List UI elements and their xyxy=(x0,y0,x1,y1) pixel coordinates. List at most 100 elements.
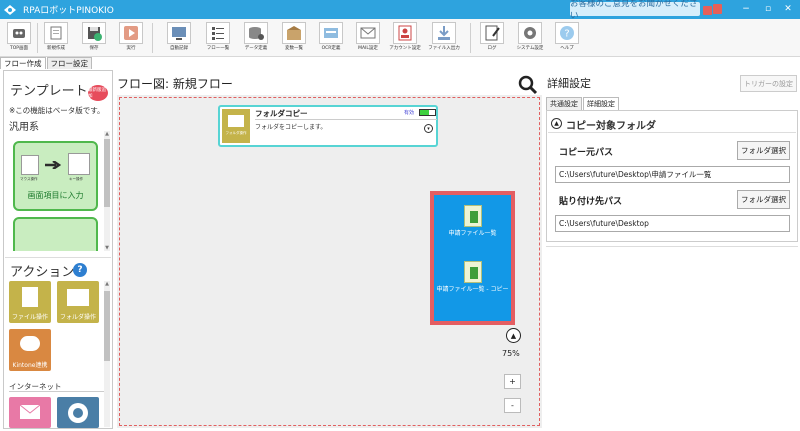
template-scrollbar[interactable]: ▲ ▼ xyxy=(104,131,110,251)
action-kintone[interactable]: Kintone連携 xyxy=(9,329,51,371)
flow-list-icon xyxy=(206,22,230,44)
scroll-thumb[interactable] xyxy=(104,139,110,207)
play-icon xyxy=(119,22,143,44)
folder-icon xyxy=(67,289,89,306)
excel-folder-icon xyxy=(463,261,482,283)
help-icon: ? xyxy=(555,22,579,44)
scroll-thumb[interactable] xyxy=(104,291,110,361)
detail-empty-area xyxy=(546,246,798,428)
chevron-up-icon[interactable]: ▲ xyxy=(551,118,562,129)
help-button[interactable]: ? ヘルプ xyxy=(553,20,581,56)
svg-text:?: ? xyxy=(564,29,569,40)
data-definition-icon xyxy=(244,22,268,44)
zoom-out-button[interactable]: - xyxy=(504,398,521,413)
new-badge: 最新版追加 xyxy=(88,85,108,101)
chevron-down-icon[interactable]: ▾ xyxy=(424,124,433,133)
file-io-button[interactable]: ファイル入出力 xyxy=(427,20,461,56)
section-title: コピー対象フォルダ xyxy=(566,121,656,132)
feedback-button[interactable]: お客様のご意見をお聞かせください xyxy=(570,0,700,21)
flow-node-folder-copy[interactable]: フォルダ操作 フォルダコピー 有効 フォルダをコピーします。 ▾ xyxy=(218,105,438,147)
template-note: ※この機能はベータ版です。 xyxy=(9,106,105,115)
trigger-settings-button[interactable]: トリガーの設定 xyxy=(740,75,797,92)
keyboard-icon xyxy=(68,153,90,175)
template-card-second[interactable] xyxy=(13,217,98,251)
new-flow-button[interactable]: 新規作成 xyxy=(42,20,70,56)
template-list: マウス操作 キー操作 画面項目に入力 xyxy=(5,131,111,251)
record-icon xyxy=(167,22,191,44)
run-button[interactable]: 実行 xyxy=(117,20,145,56)
globe-icon xyxy=(68,403,88,423)
node-enable-toggle[interactable] xyxy=(419,109,436,116)
flow-list-button[interactable]: フロー一覧 xyxy=(204,20,232,56)
source-path-label: コピー元パス xyxy=(559,148,614,158)
file-icon xyxy=(22,287,38,307)
detail-box: ▲ コピー対象フォルダ コピー元パス フォルダ選択 C:\Users\futur… xyxy=(546,110,798,242)
window-title: RPAロボットPINOKIO xyxy=(23,6,114,16)
mouse-icon xyxy=(21,155,39,175)
flow-canvas[interactable]: フォルダ操作 フォルダコピー 有効 フォルダをコピーします。 ▾ 申請ファイル一… xyxy=(117,95,542,428)
selected-files[interactable]: 申請ファイル一覧 申請ファイル一覧 - コピー xyxy=(430,191,515,325)
cloud-icon xyxy=(20,336,40,351)
log-button[interactable]: ログ xyxy=(478,20,506,56)
scroll-down-arrow-icon[interactable]: ▼ xyxy=(103,245,111,251)
tab-common-settings[interactable]: 共通設定 xyxy=(546,97,582,110)
action-scrollbar[interactable]: ▲ xyxy=(104,281,110,427)
data-definition-button[interactable]: データ定義 xyxy=(242,20,270,56)
action-folder[interactable]: フォルダ操作 xyxy=(57,281,99,323)
template-card-input[interactable]: マウス操作 キー操作 画面項目に入力 xyxy=(13,141,98,211)
ocr-definition-button[interactable]: OCR定義 xyxy=(317,20,345,56)
scroll-up-arrow-icon[interactable]: ▲ xyxy=(103,281,111,287)
auto-record-button[interactable]: 自動記録 xyxy=(165,20,193,56)
file-item[interactable]: 申請ファイル一覧 - コピー xyxy=(434,261,511,294)
source-folder-select-button[interactable]: フォルダ選択 xyxy=(737,141,790,160)
close-button[interactable]: ✕ xyxy=(780,1,796,17)
variable-list-button[interactable]: 変数一覧 xyxy=(280,20,308,56)
account-icon xyxy=(393,22,417,44)
action-header: アクション ? xyxy=(5,257,111,280)
variable-list-icon xyxy=(282,22,306,44)
source-path-input[interactable]: C:\Users\future\Desktop\申請ファイル一覧 xyxy=(555,166,790,183)
log-icon xyxy=(480,22,504,44)
mail-settings-button[interactable]: MAIL設定 xyxy=(354,20,382,56)
minimize-button[interactable]: − xyxy=(738,1,754,17)
left-panel: テンプレート 最新版追加 ※この機能はベータ版です。 汎用系 マウス操作 キー操… xyxy=(3,70,113,429)
tab-flow-settings[interactable]: フロー設定 xyxy=(46,57,92,69)
chevron-up-icon[interactable]: ▲ xyxy=(506,328,521,343)
toolbar-separator xyxy=(152,23,153,53)
node-status: 有効 xyxy=(404,110,415,116)
top-screen-button[interactable]: TOP画面 xyxy=(4,20,34,56)
toolbar-separator xyxy=(37,23,38,53)
dest-folder-select-button[interactable]: フォルダ選択 xyxy=(737,190,790,209)
action-title: アクション xyxy=(10,265,75,280)
folder-icon: フォルダ操作 xyxy=(222,109,250,143)
section-header[interactable]: ▲ コピー対象フォルダ xyxy=(548,115,796,133)
tab-detail-settings[interactable]: 詳細設定 xyxy=(583,97,619,110)
save-button[interactable]: 保存 xyxy=(80,20,108,56)
gear-icon xyxy=(518,22,542,44)
mail-settings-icon xyxy=(356,22,380,44)
action-help-icon[interactable]: ? xyxy=(73,263,87,277)
zoom-level: 75% xyxy=(502,349,520,358)
restore-button[interactable]: ▫ xyxy=(760,1,776,17)
main-tabs: フロー作成 フロー設定 xyxy=(0,57,92,69)
ocr-icon xyxy=(319,22,343,44)
search-icon[interactable] xyxy=(518,75,538,95)
mail-icon xyxy=(19,404,41,419)
template-card-label: 画面項目に入力 xyxy=(27,191,84,200)
action-file[interactable]: ファイル操作 xyxy=(9,281,51,323)
file-item[interactable]: 申請ファイル一覧 xyxy=(434,205,511,238)
action-web[interactable] xyxy=(57,397,99,428)
divider xyxy=(9,391,104,392)
excel-folder-icon xyxy=(463,205,482,227)
dest-path-input[interactable]: C:\Users\future\Desktop xyxy=(555,215,790,232)
account-settings-button[interactable]: アカウント設定 xyxy=(389,20,421,56)
system-settings-button[interactable]: システム設定 xyxy=(515,20,545,56)
zoom-in-button[interactable]: + xyxy=(504,374,521,389)
save-icon xyxy=(82,22,106,44)
app-logo-icon xyxy=(3,3,17,17)
scroll-up-arrow-icon[interactable]: ▲ xyxy=(103,131,111,137)
action-mail[interactable] xyxy=(9,397,51,428)
flow-title: フロー図: 新規フロー xyxy=(117,77,233,91)
thumbs-icon[interactable] xyxy=(703,3,723,16)
tab-flow-create[interactable]: フロー作成 xyxy=(0,57,46,69)
